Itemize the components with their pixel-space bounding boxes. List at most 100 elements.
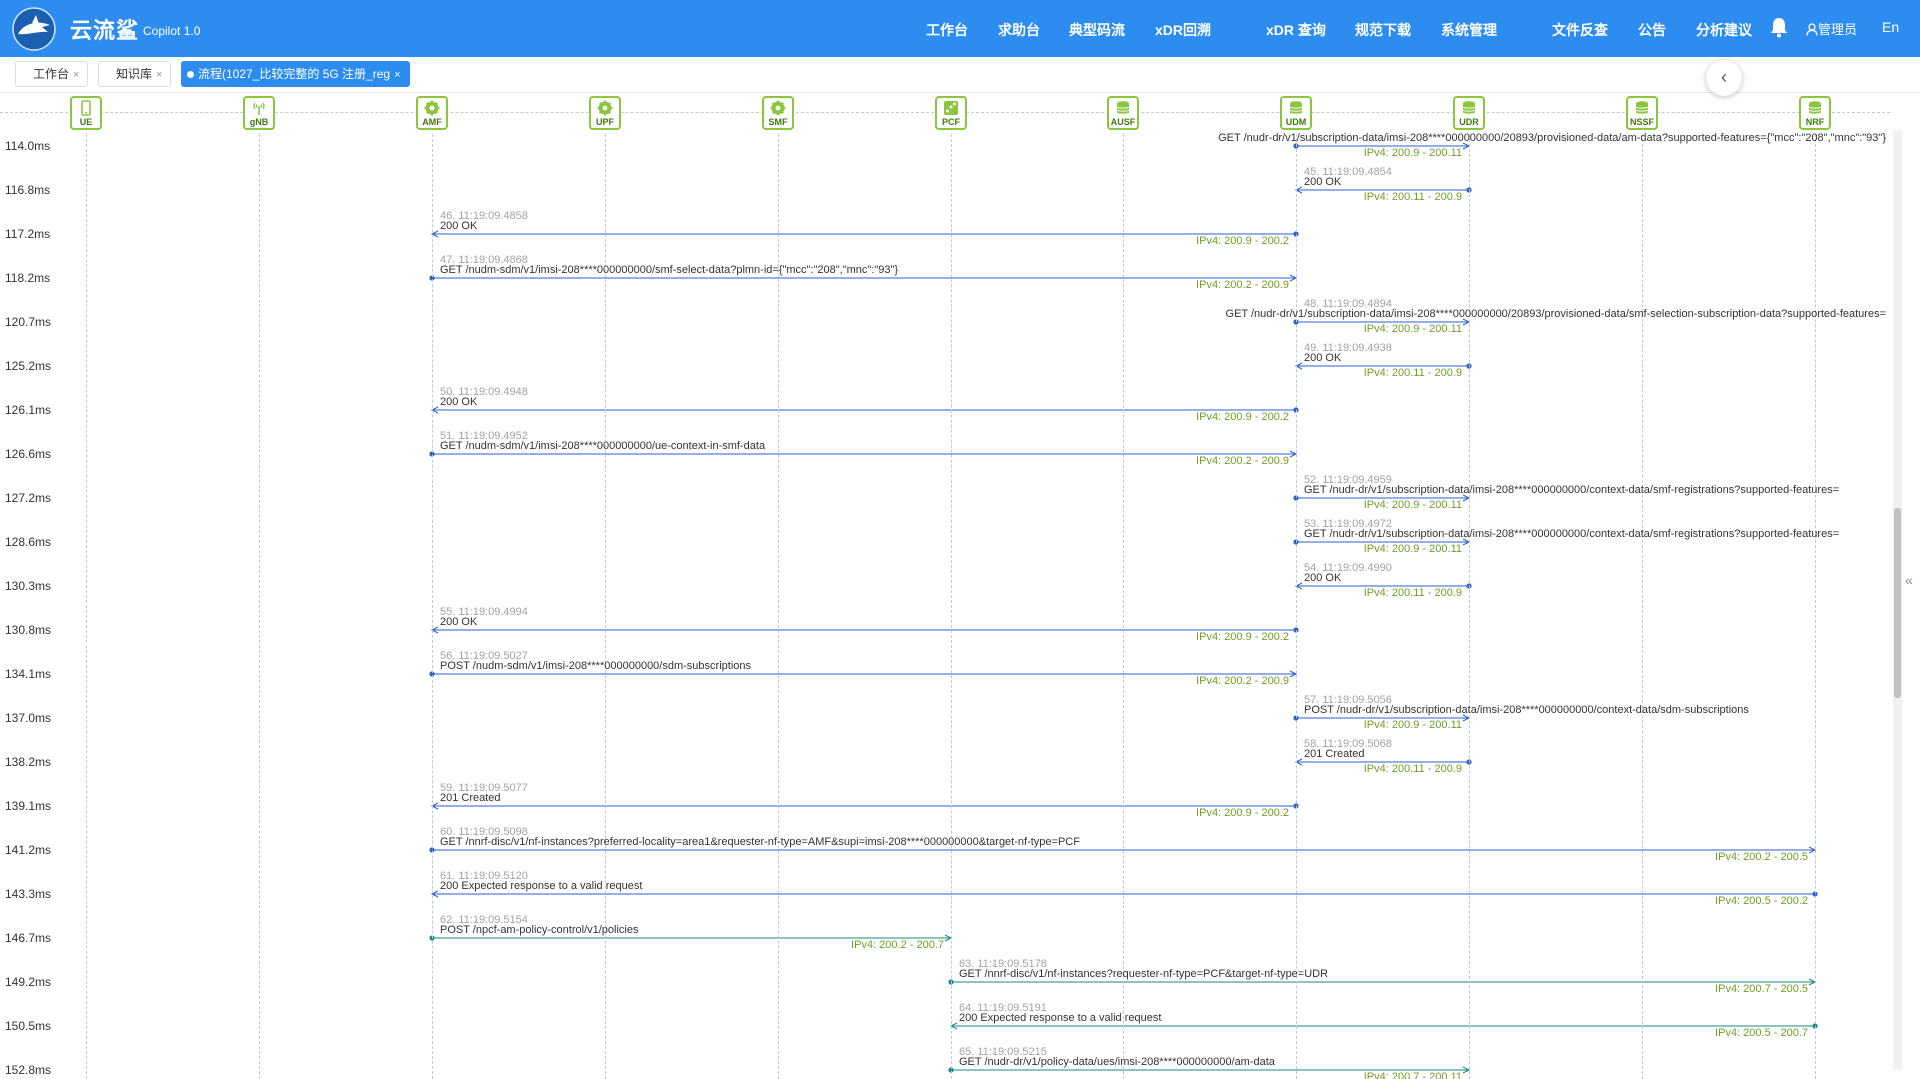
user-name: 管理员	[1818, 22, 1858, 37]
time-label: 128.6ms	[5, 535, 52, 549]
ip-label: IPv4: 200.5 - 200.2	[1715, 895, 1808, 907]
nav-system-admin[interactable]: 系统管理	[1441, 20, 1497, 40]
message-label[interactable]: GET /nudr-dr/v1/subscription-data/imsi-2…	[1226, 308, 1886, 320]
tab-knowledge-base[interactable]: 知识库 ×	[98, 61, 172, 87]
nav-file-reverse-lookup[interactable]: 文件反查	[1552, 20, 1608, 40]
nav-announcement[interactable]: 公告	[1638, 20, 1666, 40]
ip-label: IPv4: 200.11 - 200.9	[1363, 367, 1462, 379]
node-udr[interactable]: UDR	[1453, 96, 1485, 130]
message-label[interactable]: GET /nnrf-disc/v1/nf-instances?requester…	[959, 968, 1328, 980]
time-label: 116.8ms	[5, 183, 51, 197]
ip-label: IPv4: 200.2 - 200.5	[1715, 851, 1808, 863]
nav-xdr-query[interactable]: xDR 查询	[1266, 20, 1326, 40]
ausf-icon	[1116, 101, 1130, 114]
bell-icon[interactable]	[1769, 16, 1789, 38]
pcf-icon	[944, 101, 958, 115]
node-label: gNB	[249, 117, 269, 127]
message-label[interactable]: GET /nudm-sdm/v1/imsi-208****000000000/u…	[440, 440, 765, 452]
tab-workbench[interactable]: 工作台 ×	[15, 61, 89, 87]
node-upf[interactable]: UPF	[589, 96, 621, 130]
user-icon	[1806, 23, 1818, 36]
message-label[interactable]: POST /nudm-sdm/v1/imsi-208****000000000/…	[440, 660, 751, 672]
message-label[interactable]: 200 OK	[1304, 572, 1341, 584]
message-label[interactable]: GET /nudm-sdm/v1/imsi-208****000000000/s…	[440, 264, 898, 276]
node-nrf[interactable]: NRF	[1799, 96, 1831, 130]
message-label[interactable]: 201 Created	[1304, 748, 1365, 760]
node-gnb[interactable]: gNB	[243, 96, 275, 130]
node-ausf[interactable]: AUSF	[1107, 96, 1139, 130]
nav-typical-stream[interactable]: 典型码流	[1069, 20, 1125, 40]
node-nssf[interactable]: NSSF	[1626, 96, 1658, 130]
message-label[interactable]: 200 OK	[440, 396, 477, 408]
message-label[interactable]: 200 OK	[1304, 176, 1341, 188]
message-label[interactable]: 201 Created	[440, 792, 501, 804]
ip-label: IPv4: 200.2 - 200.7	[851, 939, 944, 951]
time-label: 130.8ms	[5, 623, 52, 637]
message-label[interactable]: 200 Expected response to a valid request	[959, 1012, 1161, 1024]
ip-label: IPv4: 200.9 - 200.11	[1363, 323, 1462, 335]
user-menu[interactable]: 管理员	[1806, 19, 1857, 38]
time-label: 152.8ms	[5, 1063, 52, 1077]
message-label[interactable]: GET /nudr-dr/v1/subscription-data/imsi-2…	[1304, 528, 1839, 540]
message-label[interactable]: 200 OK	[1304, 352, 1341, 364]
collapse-panel-button[interactable]: ‹	[1706, 60, 1742, 96]
message-label[interactable]: POST /nudr-dr/v1/subscription-data/imsi-…	[1304, 704, 1749, 716]
node-udm[interactable]: UDM	[1280, 96, 1312, 130]
ip-label: IPv4: 200.5 - 200.7	[1715, 1027, 1808, 1039]
node-label: UE	[79, 117, 93, 127]
ip-label: IPv4: 200.9 - 200.2	[1196, 631, 1289, 643]
node-label: AUSF	[1110, 117, 1136, 127]
nrf-icon	[1808, 101, 1822, 114]
top-header: 云流鲨 Copilot 1.0 工作台 求助台 典型码流 xDR回溯 xDR 查…	[0, 0, 1920, 57]
sequence-diagram: UE gNB AMF UPF SMF PCF AUSF UDM UDR NSSF NRF 114.0m…	[0, 94, 1920, 1079]
expand-side-panel-icon[interactable]: «	[1905, 572, 1913, 588]
time-label: 125.2ms	[5, 359, 52, 373]
message-label[interactable]: GET /nnrf-disc/v1/nf-instances?preferred…	[440, 836, 1080, 848]
time-label: 149.2ms	[5, 975, 52, 989]
message-label[interactable]: GET /nudr-dr/v1/subscription-data/imsi-2…	[1218, 132, 1886, 144]
time-label: 146.7ms	[5, 931, 52, 945]
ip-label: IPv4: 200.2 - 200.9	[1196, 279, 1289, 291]
ip-label: IPv4: 200.9 - 200.11	[1363, 499, 1462, 511]
tab-flow-active[interactable]: 流程(1027_比较完整的 5G 注册_reg ×	[181, 61, 410, 87]
amf-icon	[424, 100, 440, 116]
time-label: 118.2ms	[5, 271, 51, 285]
nav-workbench[interactable]: 工作台	[926, 20, 968, 40]
ip-label: IPv4: 200.7 - 200.11	[1363, 1071, 1462, 1079]
nav-analysis-advice[interactable]: 分析建议	[1696, 20, 1752, 40]
node-ue[interactable]: UE	[70, 96, 102, 130]
time-label: 126.6ms	[5, 447, 52, 461]
node-label: UPF	[596, 117, 614, 127]
node-amf[interactable]: AMF	[416, 96, 448, 130]
nav-spec-download[interactable]: 规范下载	[1355, 20, 1411, 40]
message-label[interactable]: 200 OK	[440, 220, 477, 232]
language-switch[interactable]: En	[1882, 19, 1899, 35]
lifeline-nrf	[1815, 134, 1816, 1079]
time-label: 120.7ms	[5, 315, 52, 329]
lifeline-gnb	[259, 134, 260, 1079]
tab-close-icon[interactable]: ×	[73, 69, 79, 81]
smf-icon	[770, 100, 786, 116]
tab-strip: 工作台 × 知识库 × 流程(1027_比较完整的 5G 注册_reg ×	[0, 57, 1920, 93]
message-label[interactable]: 200 Expected response to a valid request	[440, 880, 642, 892]
message-label[interactable]: GET /nudr-dr/v1/policy-data/ues/imsi-208…	[959, 1056, 1275, 1068]
time-label: 126.1ms	[5, 403, 52, 417]
node-label: AMF	[422, 117, 442, 127]
message-label[interactable]: GET /nudr-dr/v1/subscription-data/imsi-2…	[1304, 484, 1839, 496]
time-label: 117.2ms	[5, 227, 51, 241]
node-smf[interactable]: SMF	[762, 96, 794, 130]
nav-xdr-backtrace[interactable]: xDR回溯	[1155, 20, 1211, 40]
scrollbar-thumb[interactable]	[1894, 508, 1901, 698]
tab-close-icon[interactable]: ×	[156, 69, 162, 81]
node-label: SMF	[768, 117, 788, 127]
lifeline-ue	[86, 134, 87, 1079]
udr-icon	[1462, 101, 1476, 114]
node-pcf[interactable]: PCF	[935, 96, 967, 130]
tab-close-icon[interactable]: ×	[394, 69, 400, 81]
lifeline-udm	[1296, 134, 1297, 1079]
time-label: 143.3ms	[5, 887, 52, 901]
message-label[interactable]: 200 OK	[440, 616, 477, 628]
nav-help-desk[interactable]: 求助台	[998, 20, 1040, 40]
ip-label: IPv4: 200.9 - 200.2	[1196, 235, 1289, 247]
message-label[interactable]: POST /npcf-am-policy-control/v1/policies	[440, 924, 638, 936]
